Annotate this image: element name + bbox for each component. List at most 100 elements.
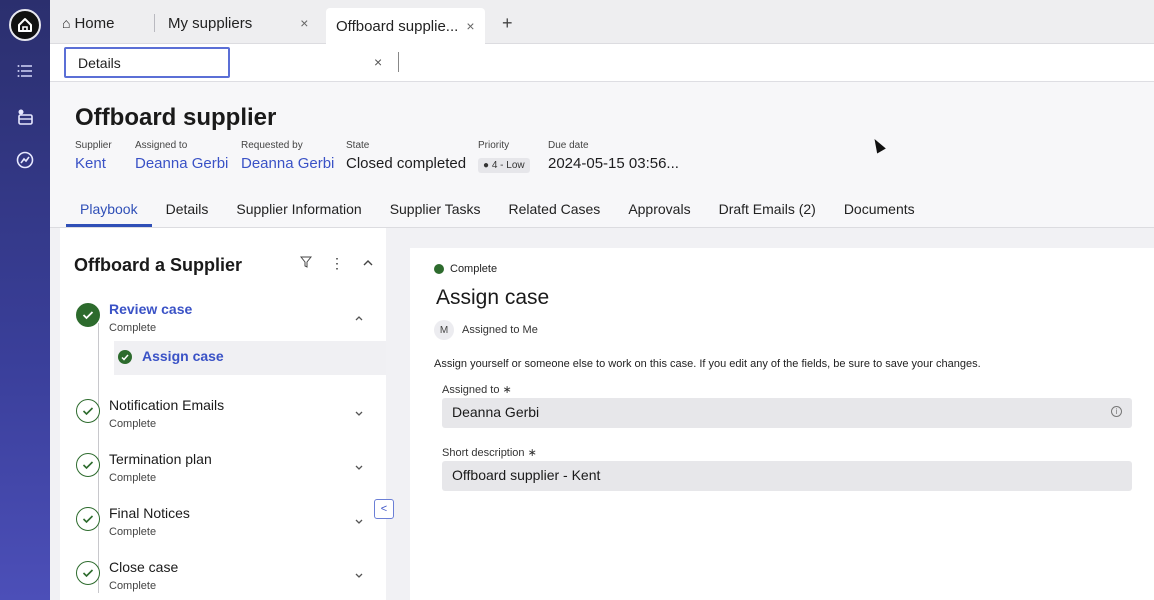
tab-draft-emails[interactable]: Draft Emails (2)	[705, 199, 830, 227]
priority-text: 4 - Low	[491, 160, 525, 171]
field-label: Assigned to	[135, 140, 188, 151]
playbook-tools: ⋮	[299, 255, 374, 272]
substep-label: Assign case	[142, 348, 224, 364]
check-outline-icon	[76, 453, 100, 477]
tab-my-suppliers-label: My suppliers	[168, 14, 253, 32]
home-icon[interactable]	[9, 9, 41, 41]
tab-supplier-tasks[interactable]: Supplier Tasks	[376, 199, 495, 227]
record-tabs: Playbook Details Supplier Information Su…	[66, 199, 929, 227]
step-status: Complete	[109, 526, 157, 538]
field-due-date: Due date 2024-05-15 03:56...	[548, 140, 679, 172]
assignee-text: Assigned to Me	[462, 324, 538, 336]
step-termination-plan[interactable]: Termination plan Complete	[74, 451, 380, 497]
tab-home[interactable]: ⌂ Home	[62, 8, 114, 38]
list-icon[interactable]	[15, 61, 35, 81]
analytics-icon[interactable]	[15, 150, 35, 170]
step-name: Final Notices	[109, 505, 190, 521]
home-small-icon: ⌂	[62, 15, 71, 31]
playbook-title: Offboard a Supplier	[74, 255, 243, 275]
content-area: Offboard a Supplier ⋮ Review case Comple…	[50, 228, 1154, 600]
tab-offboard-label: Offboard supplie...	[336, 17, 459, 35]
tab-supplier-information[interactable]: Supplier Information	[222, 199, 375, 227]
close-tab-icon[interactable]: ×	[300, 15, 308, 31]
record-header: Offboard supplier Supplier Kent Assigned…	[50, 82, 1154, 228]
priority-badge: ● 4 - Low	[478, 158, 530, 173]
check-outline-icon	[76, 561, 100, 585]
check-outline-icon	[76, 507, 100, 531]
step-notification-emails[interactable]: Notification Emails Complete	[74, 397, 380, 443]
activity-status: Complete	[434, 263, 497, 275]
tab-playbook[interactable]: Playbook	[66, 199, 152, 227]
step-name: Notification Emails	[109, 397, 225, 413]
step-final-notices[interactable]: Final Notices Complete	[74, 505, 380, 551]
tab-details[interactable]: Details	[152, 199, 223, 227]
collapse-up-icon[interactable]	[362, 255, 374, 272]
status-text: Complete	[450, 263, 498, 275]
supplier-link[interactable]: Kent	[75, 155, 112, 172]
assigned-to-field[interactable]: Deanna Gerbi i	[442, 398, 1132, 428]
step-status: Complete	[109, 580, 157, 592]
activity-panel: Complete Assign case M Assigned to Me As…	[410, 248, 1154, 600]
short-description-label: Short description ∗	[442, 447, 537, 459]
assigned-to-link[interactable]: Deanna Gerbi	[135, 155, 228, 172]
field-label: Due date	[548, 140, 589, 151]
playbook-panel: Offboard a Supplier ⋮ Review case Comple…	[60, 228, 386, 600]
requested-by-link[interactable]: Deanna Gerbi	[241, 155, 334, 172]
close-tab-icon[interactable]: ×	[466, 18, 474, 34]
subtab-details[interactable]: Details	[64, 47, 230, 78]
sub-tab-row: Details ×	[50, 44, 1154, 82]
tab-approvals[interactable]: Approvals	[614, 199, 704, 227]
app-rail	[0, 0, 50, 600]
assigned-to-value: Deanna Gerbi	[452, 404, 540, 420]
chevron-down-icon[interactable]	[354, 407, 364, 421]
tab-related-cases[interactable]: Related Cases	[494, 199, 614, 227]
step-name: Close case	[109, 559, 179, 575]
due-date-value: 2024-05-15 03:56...	[548, 155, 679, 172]
step-status: Complete	[109, 322, 157, 334]
collapse-panel-button[interactable]: <	[374, 499, 394, 519]
step-name: Review case	[109, 301, 193, 317]
field-label: State	[346, 140, 370, 151]
filter-icon[interactable]	[299, 255, 313, 272]
step-status: Complete	[109, 418, 157, 430]
page-title: Offboard supplier	[75, 104, 277, 131]
chevron-up-icon[interactable]	[354, 311, 364, 325]
close-subtab-icon[interactable]: ×	[374, 54, 382, 70]
field-assigned-to: Assigned to Deanna Gerbi	[135, 140, 228, 172]
tab-home-label: Home	[74, 14, 115, 32]
tab-offboard-supplier[interactable]: Offboard supplie... ×	[326, 8, 485, 44]
complete-dot-icon	[434, 264, 444, 274]
activity-description: Assign yourself or someone else to work …	[434, 358, 981, 370]
tab-separator	[154, 14, 155, 32]
workspace-icon[interactable]	[15, 107, 35, 127]
activity-assignee: M Assigned to Me	[434, 320, 538, 340]
priority-value: ● 4 - Low	[478, 155, 530, 173]
field-label: Requested by	[241, 140, 303, 151]
more-options-icon[interactable]: ⋮	[330, 255, 344, 272]
step-close-case[interactable]: Close case Complete	[74, 559, 380, 600]
add-tab-icon[interactable]: +	[502, 8, 513, 38]
field-state: State Closed completed	[346, 140, 466, 172]
state-value: Closed completed	[346, 155, 467, 172]
field-supplier: Supplier Kent	[75, 140, 112, 172]
step-name: Termination plan	[109, 451, 212, 467]
substep-assign-case[interactable]: Assign case	[114, 341, 386, 375]
tab-strip: ⌂ Home My suppliers × Offboard supplie..…	[50, 0, 1154, 44]
info-icon[interactable]: i	[1111, 406, 1122, 417]
chevron-down-icon[interactable]	[354, 461, 364, 475]
activity-title: Assign case	[436, 286, 550, 309]
short-description-value: Offboard supplier - Kent	[452, 467, 601, 483]
step-status: Complete	[109, 472, 157, 484]
chevron-down-icon[interactable]	[354, 515, 364, 529]
field-label: Supplier	[75, 140, 112, 151]
text-cursor-bar	[398, 52, 399, 72]
field-label: Priority	[478, 140, 510, 151]
tab-my-suppliers[interactable]: My suppliers ×	[168, 8, 308, 38]
chevron-down-icon[interactable]	[354, 569, 364, 583]
field-priority: Priority ● 4 - Low	[478, 140, 530, 173]
assigned-to-label: Assigned to ∗	[442, 384, 512, 396]
tab-documents[interactable]: Documents	[830, 199, 929, 227]
short-description-field[interactable]: Offboard supplier - Kent	[442, 461, 1132, 491]
avatar: M	[434, 320, 454, 340]
field-requested-by: Requested by Deanna Gerbi	[241, 140, 334, 172]
